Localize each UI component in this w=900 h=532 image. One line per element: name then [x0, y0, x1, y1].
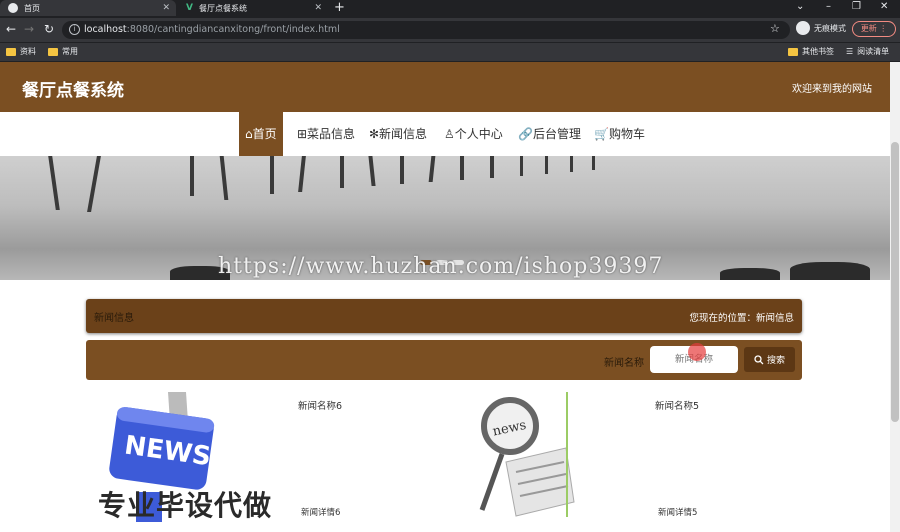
nav-home[interactable]: ⌂首页	[239, 112, 283, 156]
window-close-button[interactable]: ✕	[880, 0, 888, 14]
page-scrollbar[interactable]	[890, 62, 900, 532]
tab-system[interactable]: V 餐厅点餐系统 ✕	[178, 0, 328, 16]
minimize-button[interactable]: –	[826, 0, 831, 14]
restore-button[interactable]: ❐	[852, 0, 861, 14]
pier-post	[298, 156, 306, 192]
reading-list-icon: ☰	[846, 47, 854, 56]
nav-profile[interactable]: ♙个人中心	[444, 112, 503, 156]
news-thumbnail: news	[456, 392, 656, 532]
pier-post	[592, 156, 595, 170]
pier-post	[270, 156, 274, 194]
pier-post	[545, 156, 548, 174]
news-detail: 新闻详情5	[658, 508, 698, 518]
search-icon	[754, 354, 764, 364]
folder-icon	[6, 47, 16, 56]
pier-post	[87, 156, 101, 212]
info-icon[interactable]: i	[69, 24, 80, 35]
tab-home[interactable]: 首页 ✕	[0, 0, 176, 16]
pier-post	[340, 156, 344, 188]
search-label: 新闻名称	[604, 358, 644, 369]
nav-cart[interactable]: 🛒购物车	[594, 112, 645, 156]
pier-post	[190, 156, 194, 196]
vue-icon: V	[186, 3, 193, 13]
bookmark-folder[interactable]: 其他书签	[788, 46, 834, 57]
forward-button[interactable]: →	[24, 22, 34, 36]
news-item[interactable]: news 新闻名称5 新闻详情5	[444, 392, 801, 532]
site-header: 餐厅点餐系统 欢迎来到我的网站	[0, 62, 890, 112]
news-detail: 新闻详情6	[301, 508, 341, 518]
back-button[interactable]: ←	[6, 22, 16, 36]
cursor-indicator	[688, 343, 706, 361]
reading-list[interactable]: ☰ 阅读清单	[846, 46, 889, 57]
update-label: 更新	[860, 24, 877, 33]
nav-dishes[interactable]: ⊞菜品信息	[297, 112, 355, 156]
current-location: 您现在的位置：新闻信息	[689, 313, 794, 324]
nav-admin[interactable]: 🔗后台管理	[518, 112, 581, 156]
close-icon[interactable]: ✕	[162, 3, 170, 13]
news-title[interactable]: 新闻名称5	[655, 398, 699, 412]
bookmark-star-icon[interactable]: ☆	[770, 22, 780, 35]
welcome-text: 欢迎来到我的网站	[792, 84, 872, 95]
pier-post	[428, 156, 436, 182]
section-title: 新闻信息	[94, 313, 134, 324]
incognito-icon	[796, 21, 810, 35]
nav-news[interactable]: ✻新闻信息	[369, 112, 427, 156]
reload-button[interactable]: ↻	[44, 22, 54, 36]
pier-post	[520, 156, 523, 176]
watermark-url: https://www.huzhan.com/ishop39397	[218, 254, 664, 279]
rock	[720, 268, 780, 280]
incognito-indicator[interactable]: 无痕模式	[796, 21, 846, 35]
rock	[790, 262, 870, 280]
main-nav: ⌂首页 ⊞菜品信息 ✻新闻信息 ♙个人中心 🔗后台管理 🛒购物车	[0, 112, 890, 156]
chevron-down-icon[interactable]: ⌄	[796, 0, 804, 14]
tab-title: 餐厅点餐系统	[198, 3, 247, 13]
globe-icon	[8, 3, 18, 13]
search-button-label: 搜索	[766, 356, 785, 366]
pier-post	[48, 156, 60, 210]
browser-chrome: 首页 ✕ V 餐厅点餐系统 ✕ + ⌄ – ❐ ✕ ← → ↻ i localh…	[0, 0, 900, 62]
address-bar: ← → ↻ i localhost:8080/cantingdiancanxit…	[0, 18, 900, 42]
news-title[interactable]: 新闻名称6	[298, 398, 342, 412]
update-button[interactable]: 更新 ⋮	[852, 21, 896, 37]
bookmarks-bar: 资料 常用 其他书签 ☰ 阅读清单	[0, 43, 900, 61]
pier-post	[400, 156, 404, 184]
watermark-overlay-text: 专业毕设代做	[98, 489, 273, 522]
breadcrumb: 新闻信息 您现在的位置：新闻信息	[86, 299, 802, 333]
bookmark-folder[interactable]: 常用	[48, 46, 78, 57]
folder-icon	[48, 47, 58, 56]
pier-post	[570, 156, 573, 172]
bookmark-folder[interactable]: 资料	[6, 46, 36, 57]
pier-post	[460, 156, 464, 180]
tab-strip: 首页 ✕ V 餐厅点餐系统 ✕ + ⌄ – ❐ ✕	[0, 0, 900, 16]
site-title: 餐厅点餐系统	[22, 81, 124, 101]
url-field[interactable]: i localhost:8080/cantingdiancanxitong/fr…	[62, 21, 790, 39]
incognito-label: 无痕模式	[814, 23, 846, 33]
pier-post	[219, 156, 229, 200]
search-button[interactable]: 搜索	[744, 347, 795, 372]
pier-post	[368, 156, 376, 186]
tab-title: 首页	[24, 3, 40, 13]
pier-post	[490, 156, 494, 178]
scroll-thumb[interactable]	[891, 142, 899, 422]
new-tab-button[interactable]: +	[334, 0, 345, 16]
url-text: localhost:8080/cantingdiancanxitong/fron…	[84, 24, 340, 35]
close-icon[interactable]: ✕	[314, 3, 322, 13]
folder-icon	[788, 47, 798, 56]
